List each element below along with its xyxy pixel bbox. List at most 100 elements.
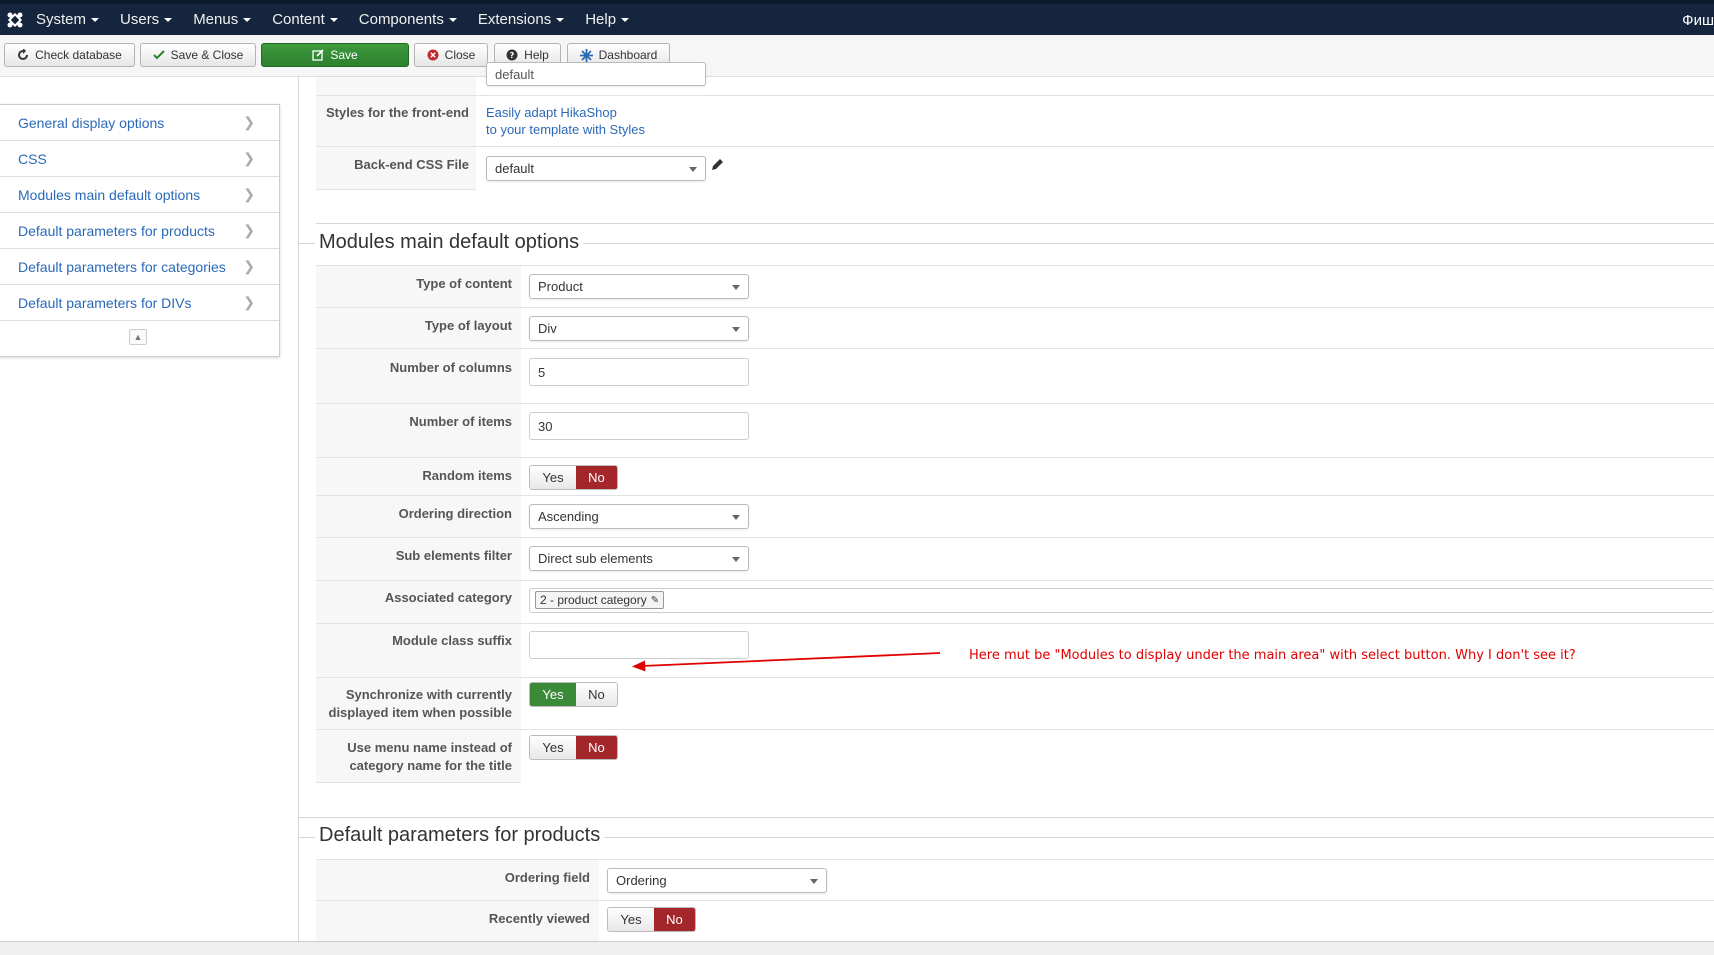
backend-css-select[interactable]: default: [486, 156, 706, 181]
chevron-down-icon: [91, 17, 100, 22]
toggle-no-active[interactable]: No: [653, 908, 695, 931]
close-button[interactable]: Close: [414, 43, 488, 67]
save-close-button[interactable]: Save & Close: [140, 43, 256, 67]
sidebar-item-divs[interactable]: Default parameters for DIVs ❯: [0, 285, 279, 321]
check-database-button[interactable]: Check database: [4, 43, 135, 67]
partial-select[interactable]: default: [486, 62, 706, 86]
nav-content[interactable]: Content: [272, 11, 338, 28]
chevron-right-icon: ❯: [243, 114, 255, 130]
number-of-columns-input[interactable]: 5: [529, 358, 749, 386]
type-of-layout-label: Type of layout: [424, 318, 512, 333]
associated-category-field[interactable]: [529, 588, 1714, 613]
toolbar: Check database Save & Close Save Close ?…: [0, 35, 1714, 77]
row-divider: [316, 580, 1714, 581]
type-of-content-select[interactable]: Product: [529, 274, 749, 299]
row-divider: [316, 729, 1714, 730]
menu-name-label-line1: Use menu name instead of: [347, 740, 512, 755]
nav-menus[interactable]: Menus: [193, 11, 252, 28]
toggle-yes[interactable]: Yes: [530, 466, 576, 489]
chevron-down-icon: [164, 17, 173, 22]
toggle-yes[interactable]: Yes: [530, 736, 576, 759]
refresh-icon: [18, 49, 29, 60]
chevron-down-icon: [621, 17, 630, 22]
svg-text:?: ?: [510, 51, 515, 60]
joomla-logo-icon[interactable]: [4, 9, 26, 31]
sub-elements-filter-label: Sub elements filter: [395, 548, 512, 563]
row-divider: [316, 537, 1714, 538]
pencil-icon[interactable]: ✎: [651, 595, 659, 606]
chevron-down-icon: [329, 17, 338, 22]
nav-users[interactable]: Users: [120, 11, 173, 28]
chevron-right-icon: ❯: [243, 186, 255, 202]
nav-user-menu[interactable]: Фиш: [1682, 12, 1714, 29]
section-bottom-border: [316, 223, 1714, 224]
pencil-icon[interactable]: [710, 158, 724, 175]
nav-system[interactable]: System: [36, 11, 100, 28]
top-navigation-bar: System Users Menus Content Components Ex…: [0, 0, 1714, 35]
sync-label-line2: displayed item when possible: [328, 705, 513, 720]
toggle-yes-active[interactable]: Yes: [530, 683, 576, 706]
edit-icon: [312, 49, 324, 61]
random-items-toggle[interactable]: Yes No: [529, 465, 618, 490]
styles-label: Styles for the front-end: [325, 105, 469, 120]
dropdown-arrow-icon: [732, 557, 740, 562]
menu-name-toggle[interactable]: Yes No: [529, 735, 618, 760]
row-divider: [316, 95, 1714, 96]
nav-components[interactable]: Components: [359, 11, 457, 28]
number-of-items-label: Number of items: [409, 414, 512, 429]
toggle-no[interactable]: No: [575, 683, 617, 706]
collapse-sidebar-icon[interactable]: ▲: [129, 329, 147, 345]
row-divider: [316, 623, 1714, 624]
associated-category-label: Associated category: [384, 590, 512, 605]
row-divider: [316, 307, 1714, 308]
row-divider: [316, 265, 1714, 266]
save-button[interactable]: Save: [261, 43, 409, 67]
dashboard-icon: [579, 48, 593, 62]
row-divider: [316, 677, 1714, 678]
help-icon: ?: [506, 49, 518, 61]
ordering-direction-select[interactable]: Ascending: [529, 504, 749, 529]
dropdown-arrow-icon: [810, 879, 818, 884]
toggle-no-active[interactable]: No: [575, 466, 617, 489]
category-tag[interactable]: 2 - product category ✎: [535, 591, 665, 609]
recently-viewed-label: Recently viewed: [488, 911, 590, 926]
bottom-scrollbar[interactable]: [0, 941, 1714, 955]
recently-viewed-toggle[interactable]: Yes No: [607, 907, 696, 932]
row-divider: [316, 457, 1714, 458]
sidebar-item-modules-main[interactable]: Modules main default options ❯: [0, 177, 279, 213]
annotation-note: Here mut be "Modules to display under th…: [969, 648, 1576, 663]
sidebar-item-products[interactable]: Default parameters for products ❯: [0, 213, 279, 249]
sidebar-item-general-display[interactable]: General display options ❯: [0, 105, 279, 141]
type-of-content-label: Type of content: [416, 276, 512, 291]
styles-link-line1[interactable]: Easily adapt HikaShop: [486, 104, 617, 122]
sync-toggle[interactable]: Yes No: [529, 682, 618, 707]
dropdown-arrow-icon: [732, 515, 740, 520]
chevron-right-icon: ❯: [243, 222, 255, 238]
nav-extensions[interactable]: Extensions: [478, 11, 565, 28]
options-sidebar: General display options ❯ CSS ❯ Modules ma…: [0, 104, 280, 357]
dropdown-arrow-icon: [732, 327, 740, 332]
chevron-down-icon: [243, 17, 252, 22]
nav-help[interactable]: Help: [585, 11, 630, 28]
styles-link-line2[interactable]: to your template with Styles: [486, 121, 645, 139]
chevron-down-icon: [556, 17, 565, 22]
number-of-columns-label: Number of columns: [389, 360, 512, 375]
sidebar-item-css[interactable]: CSS ❯: [0, 141, 279, 177]
type-of-layout-select[interactable]: Div: [529, 316, 749, 341]
row-divider: [316, 348, 1714, 349]
sub-elements-filter-select[interactable]: Direct sub elements: [529, 546, 749, 571]
row-divider: [316, 189, 476, 190]
row-divider: [316, 900, 1714, 901]
chevron-down-icon: [448, 17, 457, 22]
number-of-items-input[interactable]: 30: [529, 412, 749, 440]
dropdown-arrow-icon: [732, 285, 740, 290]
toggle-no-active[interactable]: No: [575, 736, 617, 759]
module-class-suffix-label: Module class suffix: [392, 633, 512, 648]
products-section-title: Default parameters for products: [315, 824, 605, 847]
sidebar-item-categories[interactable]: Default parameters for categories ❯: [0, 249, 279, 285]
fieldset-border-bottom: [298, 817, 1714, 818]
annotation-arrow: [632, 652, 941, 672]
toggle-yes[interactable]: Yes: [608, 908, 654, 931]
ordering-field-label: Ordering field: [504, 870, 590, 885]
ordering-field-select[interactable]: Ordering: [607, 868, 827, 893]
